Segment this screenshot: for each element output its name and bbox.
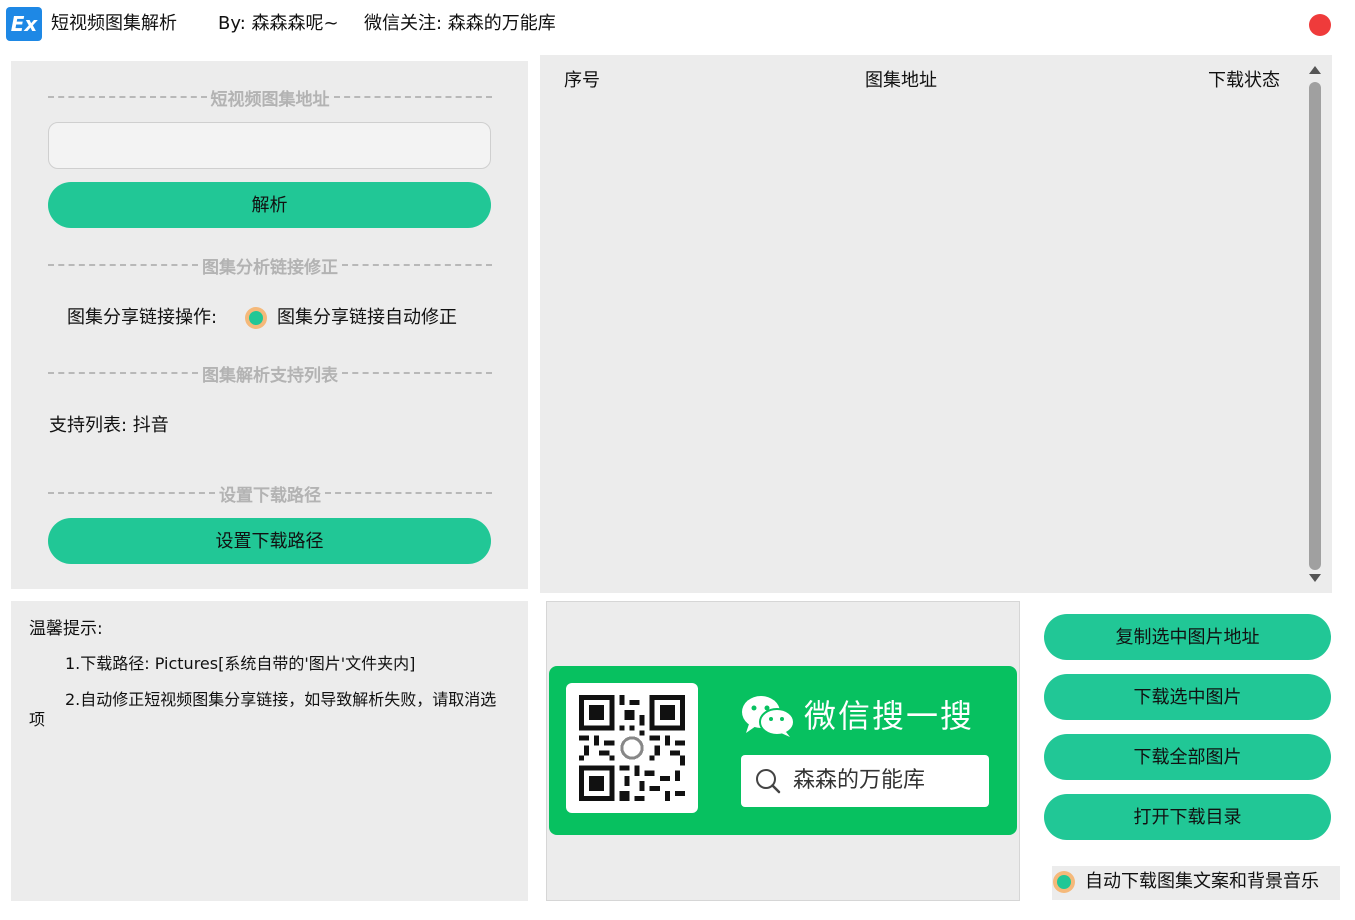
title-bar — [0, 0, 1355, 48]
auto-fix-label[interactable]: 图集分享链接自动修正 — [277, 306, 457, 330]
section-divider-path: 设置下载路径 — [48, 481, 492, 506]
open-download-folder-button[interactable]: 打开下载目录 — [1044, 794, 1331, 840]
app-logo-icon: Ex — [6, 7, 42, 41]
share-op-label: 图集分享链接操作: — [67, 307, 218, 328]
column-header-status[interactable]: 下载状态 — [1208, 69, 1280, 93]
tips-panel — [11, 601, 528, 901]
close-window-button[interactable] — [1309, 14, 1331, 36]
scroll-up-arrow-icon[interactable] — [1309, 66, 1321, 74]
wechat-search-text: 森森的万能库 — [793, 768, 926, 793]
tip-download-path: 1.下载路径: Pictures[系统自带的'图片'文件夹内] — [65, 654, 416, 673]
tip-auto-fix: 2.自动修正短视频图集分享链接，如导致解析失败，请取消选项 — [29, 690, 497, 729]
column-header-index[interactable]: 序号 — [564, 69, 600, 93]
section-title-support: 图集解析支持列表 — [202, 365, 338, 386]
support-list-text: 支持列表: 抖音 — [49, 415, 169, 436]
set-download-path-button[interactable]: 设置下载路径 — [48, 518, 491, 564]
author-label: By: 森森森呢~ — [218, 13, 339, 34]
wechat-follow-label: 微信关注: 森森的万能库 — [364, 13, 556, 34]
download-selected-button[interactable]: 下载选中图片 — [1044, 674, 1331, 720]
search-icon — [756, 769, 781, 794]
tips-title: 温馨提示: — [29, 619, 103, 639]
section-divider-url: 短视频图集地址 — [48, 85, 492, 110]
section-divider-fix: 图集分析链接修正 — [48, 253, 492, 278]
download-all-button[interactable]: 下载全部图片 — [1044, 734, 1331, 780]
parse-button[interactable]: 解析 — [48, 182, 491, 228]
copy-selected-url-button[interactable]: 复制选中图片地址 — [1044, 614, 1331, 660]
auto-fix-radio[interactable] — [245, 307, 267, 329]
section-divider-support: 图集解析支持列表 — [48, 361, 492, 386]
section-title-url: 短视频图集地址 — [210, 89, 330, 110]
wechat-logo-icon — [742, 696, 795, 737]
qr-code-icon — [579, 695, 685, 801]
auto-download-label[interactable]: 自动下载图集文案和背景音乐 — [1085, 870, 1319, 894]
result-table[interactable] — [540, 55, 1332, 593]
section-title-fix: 图集分析链接修正 — [202, 257, 338, 278]
section-title-path: 设置下载路径 — [219, 485, 321, 506]
column-header-url[interactable]: 图集地址 — [865, 69, 937, 93]
auto-download-radio[interactable] — [1053, 871, 1075, 893]
wechat-search-title: 微信搜一搜 — [804, 697, 975, 735]
scroll-down-arrow-icon[interactable] — [1309, 574, 1321, 582]
window-title: 短视频图集解析 — [51, 13, 177, 34]
url-input[interactable] — [48, 122, 491, 169]
table-scrollbar[interactable] — [1309, 82, 1321, 570]
